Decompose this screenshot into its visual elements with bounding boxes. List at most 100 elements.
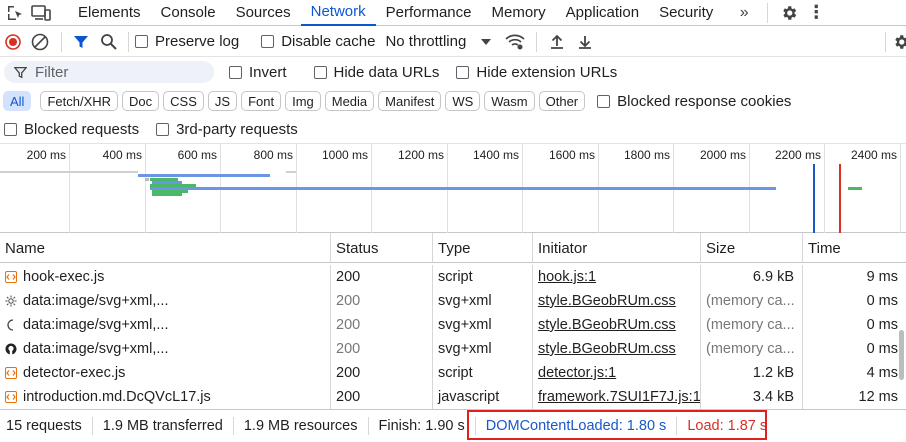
type-chip-media[interactable]: Media	[324, 91, 375, 111]
divider	[61, 31, 62, 52]
column-header-time[interactable]: Time	[803, 233, 906, 263]
initiator-link[interactable]: style.BGeobRUm.css	[538, 317, 676, 333]
table-row[interactable]: data:image/svg+xml,... 200 svg+xml style…	[0, 313, 906, 337]
highlight-box	[467, 410, 767, 440]
request-name: hook-exec.js	[23, 269, 105, 285]
filter-input[interactable]: Filter	[4, 61, 214, 83]
time-cell: 4 ms	[866, 365, 898, 381]
time-cell: 0 ms	[866, 293, 898, 309]
status-cell: 200	[331, 337, 433, 361]
table-row[interactable]: introduction.md.DcQVcL17.js 200 javascri…	[0, 385, 906, 409]
request-name: detector-exec.js	[23, 365, 126, 381]
tab-performance[interactable]: Performance	[376, 0, 482, 26]
initiator-link[interactable]: framework.7SUI1F7J.js:17	[538, 389, 700, 405]
type-chip-fetch-xhr[interactable]: Fetch/XHR	[40, 91, 119, 111]
column-header-type[interactable]: Type	[433, 233, 533, 263]
blocked-requests-row: Blocked requests 3rd-party requests	[0, 115, 906, 143]
network-overview-timeline[interactable]: 200 ms 400 ms 600 ms 800 ms 1000 ms 1200…	[0, 143, 906, 234]
type-chip-all[interactable]: All	[3, 91, 32, 111]
inspect-element-icon[interactable]	[2, 0, 28, 26]
more-options-icon[interactable]: ⋮	[804, 0, 828, 26]
filter-row: Filter Invert Hide data URLs Hide extens…	[0, 57, 906, 87]
column-header-status[interactable]: Status	[331, 233, 433, 263]
status-cell: 200	[331, 313, 433, 337]
tab-elements[interactable]: Elements	[68, 0, 151, 26]
table-row[interactable]: data:image/svg+xml,... 200 svg+xml style…	[0, 289, 906, 313]
github-icon	[5, 343, 17, 355]
name-cell: hook-exec.js	[0, 265, 331, 289]
type-chip-manifest[interactable]: Manifest	[378, 91, 442, 111]
initiator-link[interactable]: style.BGeobRUm.css	[538, 293, 676, 309]
dropdown-arrow-icon[interactable]	[476, 38, 496, 46]
device-toolbar-icon[interactable]	[28, 0, 54, 26]
timeline-tick-label: 600 ms	[177, 148, 217, 162]
name-cell: data:image/svg+xml,...	[0, 337, 331, 361]
type-chip-other[interactable]: Other	[538, 91, 586, 111]
tab-security[interactable]: Security	[649, 0, 723, 26]
export-har-icon[interactable]	[571, 27, 599, 57]
throttling-select[interactable]: No throttling	[385, 33, 466, 50]
network-toolbar: Preserve log Disable cache No throttling	[0, 27, 906, 57]
hide-data-urls-checkbox[interactable]	[313, 65, 327, 79]
type-chip-font[interactable]: Font	[241, 91, 282, 111]
search-icon[interactable]	[94, 27, 122, 57]
name-cell: data:image/svg+xml,...	[0, 313, 331, 337]
network-summary-bar: 15 requests 1.9 MB transferred 1.9 MB re…	[0, 409, 906, 442]
request-name: data:image/svg+xml,...	[23, 293, 169, 309]
table-row[interactable]: hook-exec.js 200 script hook.js:1 6.9 kB…	[0, 265, 906, 289]
dom-content-loaded-marker	[813, 164, 815, 234]
clear-icon[interactable]	[25, 27, 55, 57]
request-name: data:image/svg+xml,...	[23, 317, 169, 333]
request-bar	[138, 174, 270, 177]
type-chip-doc[interactable]: Doc	[122, 91, 160, 111]
hide-extension-urls-checkbox[interactable]	[456, 65, 470, 79]
type-chip-img[interactable]: Img	[285, 91, 321, 111]
import-har-icon[interactable]	[543, 27, 571, 57]
request-name: data:image/svg+xml,...	[23, 341, 169, 357]
timeline-tick-label: 800 ms	[253, 148, 293, 162]
stop-recording-icon[interactable]	[1, 27, 25, 57]
column-header-name[interactable]: Name	[0, 233, 331, 263]
script-icon	[5, 391, 17, 403]
column-header-initiator[interactable]: Initiator	[533, 233, 701, 263]
invert-checkbox[interactable]	[229, 65, 242, 79]
more-tabs-icon[interactable]: »	[729, 0, 759, 26]
blocked-requests-label: Blocked requests	[24, 120, 140, 138]
type-chip-wasm[interactable]: Wasm	[484, 91, 535, 111]
timeline-tick-label: 1400 ms	[472, 148, 519, 162]
tab-network[interactable]: Network	[300, 0, 376, 26]
network-settings-gear-icon[interactable]	[886, 27, 906, 57]
preserve-log-checkbox[interactable]	[135, 35, 148, 48]
tab-sources[interactable]: Sources	[226, 0, 301, 26]
request-bar	[286, 171, 296, 173]
timeline-tick-label: 2200 ms	[774, 148, 821, 162]
blocked-requests-checkbox[interactable]	[4, 122, 17, 136]
table-row[interactable]: data:image/svg+xml,... 200 svg+xml style…	[0, 337, 906, 361]
initiator-link[interactable]: hook.js:1	[538, 269, 596, 285]
tab-application[interactable]: Application	[556, 0, 649, 26]
tab-console[interactable]: Console	[151, 0, 226, 26]
size-cell: (memory ca...	[701, 337, 803, 361]
type-chip-ws[interactable]: WS	[445, 91, 481, 111]
table-row[interactable]: detector-exec.js 200 script detector.js:…	[0, 361, 906, 385]
time-cell: 0 ms	[866, 317, 898, 333]
blocked-response-cookies-checkbox[interactable]	[597, 94, 611, 108]
vertical-scrollbar[interactable]	[899, 330, 904, 380]
type-chip-js[interactable]: JS	[207, 91, 238, 111]
tab-memory[interactable]: Memory	[482, 0, 556, 26]
filter-placeholder: Filter	[35, 63, 69, 81]
network-conditions-icon[interactable]	[500, 27, 530, 57]
disable-cache-checkbox[interactable]	[261, 35, 275, 48]
initiator-link[interactable]: style.BGeobRUm.css	[538, 341, 676, 357]
third-party-requests-checkbox[interactable]	[156, 122, 170, 136]
request-bar	[150, 187, 776, 190]
size-cell: 1.2 kB	[701, 361, 803, 385]
requests-table-header: Name Status Type Initiator Size Time	[0, 233, 906, 263]
filter-funnel-icon[interactable]	[68, 27, 94, 57]
settings-gear-icon[interactable]	[774, 0, 804, 26]
initiator-cell: framework.7SUI1F7J.js:17	[533, 385, 701, 409]
type-chip-css[interactable]: CSS	[163, 91, 204, 111]
timeline-tick-label: 2000 ms	[699, 148, 746, 162]
initiator-link[interactable]: detector.js:1	[538, 365, 616, 381]
column-header-size[interactable]: Size	[701, 233, 803, 263]
